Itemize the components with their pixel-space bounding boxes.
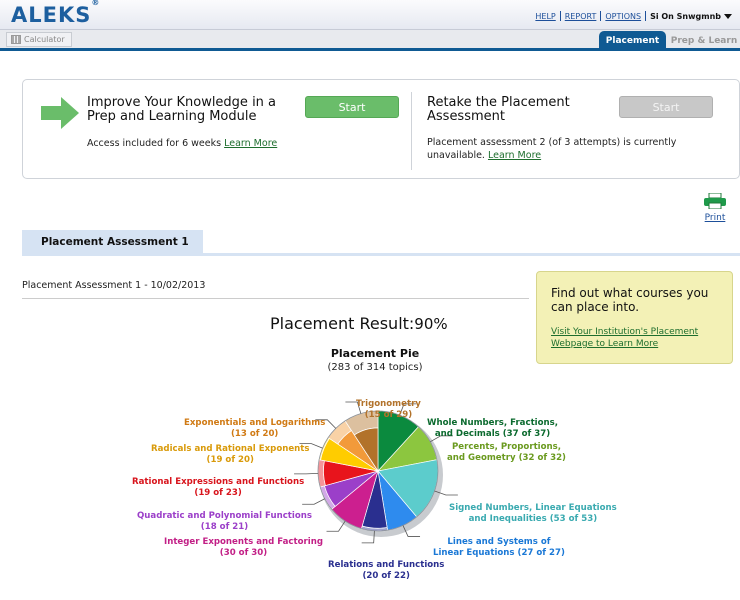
pane-divider <box>411 92 412 170</box>
print-control[interactable]: Print <box>701 192 729 223</box>
learn-more-link[interactable]: Learn More <box>488 150 541 161</box>
pie-label-line: and Inequalities (53 of 53) <box>468 514 598 524</box>
improve-title: Improve Your Knowledge in a Prep and Lea… <box>87 95 277 124</box>
pie-title: Placement Pie <box>330 347 420 360</box>
report-link[interactable]: REPORT <box>561 12 601 21</box>
pie-subtitle: (283 of 314 topics) <box>327 362 423 373</box>
pie-label-quadratic-and-polynomial-functions: Quadratic and Polynomial Functions (18 of… <box>137 511 312 533</box>
help-link[interactable]: HELP <box>531 12 559 21</box>
tab-placement-assessment-1[interactable]: Placement Assessment 1 <box>22 230 203 253</box>
pie-label-line: and Geometry (32 of 32) <box>447 453 566 463</box>
pie-label-line: (20 of 22) <box>362 571 410 581</box>
pie-label-trigonometry: Trigonometry (15 of 29) <box>356 399 421 421</box>
arrow-right-icon <box>41 97 79 129</box>
top-bar: ALEKS® HELP REPORT OPTIONS Si On Snwgmnb <box>0 0 740 30</box>
pie-label-relations-and-functions: Relations and Functions (20 of 22) <box>328 560 444 582</box>
tool-bar: Calculator Placement Prep & Learn <box>0 30 740 51</box>
divider <box>22 298 529 299</box>
pie-label-line: (15 of 29) <box>364 410 413 420</box>
placement-result: Placement Result:90% <box>270 314 490 333</box>
access-text: Access included for 6 weeks Learn More <box>87 138 278 149</box>
pie-label-percents-proportions-and-geometry: Percents, Proportions, and Geometry (32 o… <box>447 442 566 464</box>
pie-label-line: (18 of 21) <box>200 522 249 532</box>
options-link[interactable]: OPTIONS <box>601 12 645 21</box>
pie-label-rational-expressions-and-functions: Rational Expressions and Functions (19 of… <box>132 477 304 499</box>
tab-underline <box>22 253 740 256</box>
assessment-date: Placement Assessment 1 - 10/02/2013 <box>22 280 206 291</box>
pie-label-line: (30 of 30) <box>219 548 268 558</box>
retake-text: Placement assessment 2 (of 3 attempts) i… <box>427 137 677 161</box>
pie-label-exponentials-and-logarithms: Exponentials and Logarithms (13 of 20) <box>184 418 325 440</box>
tab-placement[interactable]: Placement <box>599 31 666 51</box>
pie-label-line: Signed Numbers, Linear Equations <box>449 503 617 513</box>
pie-label-line: Relations and Functions <box>328 560 445 570</box>
user-menu[interactable]: Si On Snwgmnb <box>646 12 732 21</box>
top-links: HELP REPORT OPTIONS Si On Snwgmnb <box>531 11 732 21</box>
pie-label-line: (19 of 20) <box>206 455 254 465</box>
pie-label-line: Lines and Systems of <box>447 537 551 547</box>
aleks-logo[interactable]: ALEKS® <box>11 0 100 27</box>
pie-leader-quadratic-and-polynomial-functions <box>302 498 325 505</box>
pie-label-line: Whole Numbers, Fractions, <box>427 418 559 428</box>
pie-label-line: (19 of 23) <box>194 488 242 498</box>
find-courses-box: Find out what courses you can place into… <box>536 271 733 364</box>
pie-label-line: Trigonometry <box>356 399 421 409</box>
calculator-icon <box>11 35 21 44</box>
pie-label-line: Rational Expressions and Functions <box>132 477 305 487</box>
pie-label-signed-numbers-linear-equations-and-inequalities: Signed Numbers, Linear Equations and Ineq… <box>449 503 617 525</box>
pie-label-line: and Decimals (37 of 37) <box>434 429 551 439</box>
action-box: Improve Your Knowledge in a Prep and Lea… <box>22 79 740 179</box>
calculator-button[interactable]: Calculator <box>6 32 72 47</box>
pie-label-line: Radicals and Rational Exponents <box>151 444 310 454</box>
institution-webpage-link[interactable]: Visit Your Institution's Placement Webpa… <box>551 326 726 350</box>
pie-label-line: Exponentials and Logarithms <box>184 418 326 428</box>
pie-label-lines-and-systems-of-linear-equations: Lines and Systems of Linear Equations (27… <box>433 537 565 559</box>
pie-label-line: Quadratic and Polynomial Functions <box>137 511 312 521</box>
placement-result-label: Placement Result: <box>270 314 415 333</box>
pie-label-integer-exponents-and-factoring: Integer Exponents and Factoring (30 of 30… <box>164 537 323 559</box>
pie-label-line: Integer Exponents and Factoring <box>164 537 323 547</box>
learn-more-link[interactable]: Learn More <box>224 138 277 149</box>
pie-label-whole-numbers-fractions-and-decimals: Whole Numbers, Fractions, and Decimals (3… <box>427 418 558 440</box>
pie-label-line: Linear Equations (27 of 27) <box>433 548 565 558</box>
user-name: Si On Snwgmnb <box>650 11 721 21</box>
pie-label-line: (13 of 20) <box>230 429 279 439</box>
start-retake-button[interactable]: Start <box>619 96 713 118</box>
caret-down-icon <box>724 13 732 19</box>
placement-result-value: 90% <box>414 315 448 333</box>
tab-prep-learn[interactable]: Prep & Learn <box>668 31 740 51</box>
printer-icon <box>704 192 726 210</box>
find-courses-title: Find out what courses you can place into… <box>551 286 709 314</box>
pie-label-radicals-and-rational-exponents: Radicals and Rational Exponents (19 of 20… <box>151 444 310 466</box>
retake-title: Retake the Placement Assessment <box>427 95 570 124</box>
print-link[interactable]: Print <box>705 213 726 223</box>
start-learning-button[interactable]: Start <box>305 96 399 118</box>
calculator-label: Calculator <box>24 35 65 44</box>
pie-label-line: Percents, Proportions, <box>451 442 562 452</box>
